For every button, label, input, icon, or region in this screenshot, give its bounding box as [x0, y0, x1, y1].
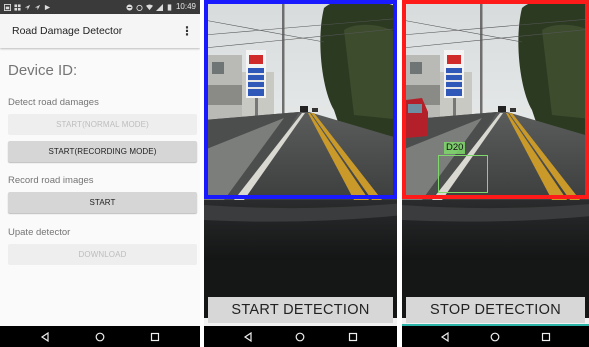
recents-icon[interactable] [540, 331, 552, 343]
back-icon[interactable] [39, 331, 51, 343]
battery-icon [167, 3, 172, 11]
play-icon [44, 4, 51, 10]
nav-bar [402, 326, 589, 347]
stop-detection-button[interactable]: STOP DETECTION [406, 297, 585, 323]
download-button[interactable]: DOWNLOAD [8, 244, 197, 265]
record-start-button[interactable]: START [8, 192, 197, 213]
grid-icon [14, 3, 21, 11]
camera-screen-detecting: D20 STOP DETECTION [402, 0, 589, 347]
back-icon[interactable] [242, 331, 254, 343]
start-normal-mode-button[interactable]: START(NORMAL MODE) [8, 114, 197, 135]
status-system-icons: 10:49 [126, 0, 196, 14]
camera-screen-idle: START DETECTION [204, 0, 397, 347]
status-time: 10:49 [175, 2, 196, 11]
alarm-icon [136, 4, 143, 11]
damage-class-label: D20 [444, 142, 466, 154]
location-icon [34, 4, 41, 10]
record-section-label: Record road images [8, 175, 94, 186]
nav-bar [0, 326, 200, 347]
app-title: Road Damage Detector [12, 25, 123, 37]
update-section-label: Upate detector [8, 227, 71, 238]
back-icon[interactable] [439, 331, 451, 343]
home-icon[interactable] [94, 331, 106, 343]
status-notification-icons [4, 3, 51, 11]
overflow-menu-icon[interactable]: ⋮ [181, 24, 193, 38]
recents-icon[interactable] [347, 331, 359, 343]
detection-area-frame [402, 0, 589, 199]
home-icon[interactable] [294, 331, 306, 343]
app-screen: 10:49 Road Damage Detector ⋮ Device ID: … [0, 0, 200, 347]
status-bar: 10:49 [0, 0, 200, 14]
detect-section-label: Detect road damages [8, 97, 99, 108]
device-id-label: Device ID: [8, 62, 78, 79]
signal-icon [155, 3, 163, 11]
location-icon [24, 4, 31, 10]
nav-bar [204, 326, 397, 347]
detection-area-frame [204, 0, 397, 199]
start-recording-mode-button[interactable]: START(RECORDING MODE) [8, 141, 197, 162]
image-icon [4, 3, 11, 11]
start-detection-button[interactable]: START DETECTION [208, 297, 393, 323]
dnd-icon [126, 3, 133, 11]
damage-bounding-box [438, 155, 488, 193]
app-bar: Road Damage Detector ⋮ [0, 14, 200, 48]
recents-icon[interactable] [149, 331, 161, 343]
wifi-icon [145, 3, 153, 10]
home-icon[interactable] [489, 331, 501, 343]
